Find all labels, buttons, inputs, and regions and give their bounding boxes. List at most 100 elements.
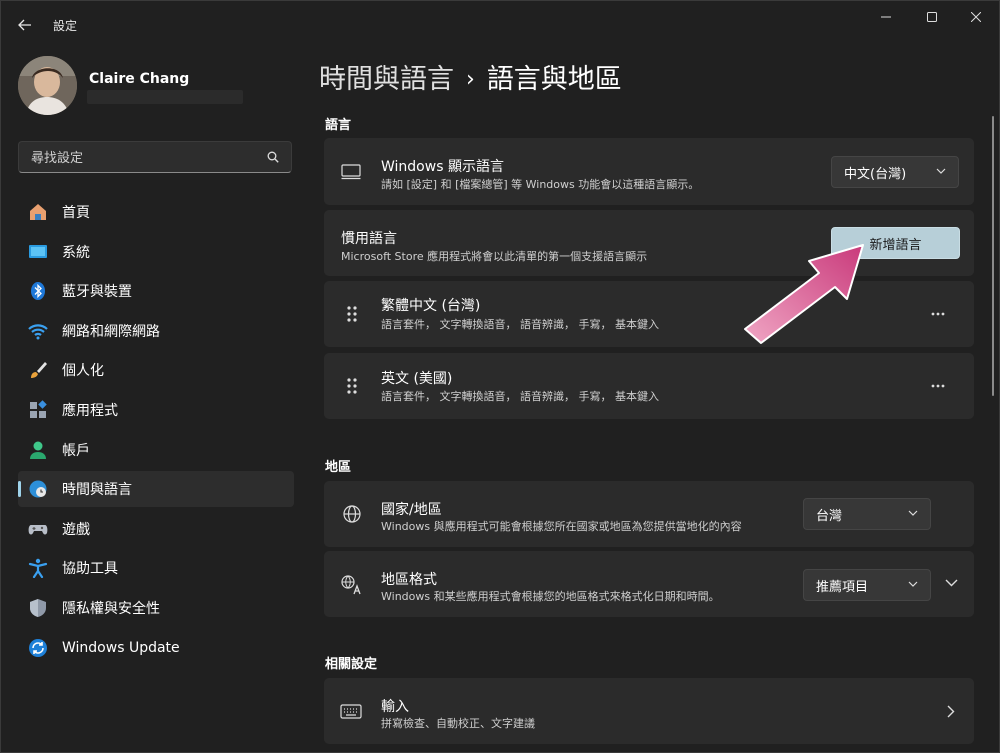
keyboard-icon <box>340 704 362 719</box>
regional-format-subtitle: Windows 和某些應用程式會根據您的地區格式來格式化日期和時間。 <box>381 590 720 603</box>
dropdown-value: 中文(台灣) <box>844 166 907 182</box>
dropdown-value: 台灣 <box>816 508 843 524</box>
more-icon <box>931 312 945 316</box>
sidebar-item-label: 首頁 <box>62 205 90 221</box>
profile-email-redacted <box>87 90 243 104</box>
preferred-languages-subtitle: Microsoft Store 應用程式將會以此清單的第一個支援語言顯示 <box>341 250 648 263</box>
country-region-subtitle: Windows 與應用程式可能會根據您所在國家或地區為您提供當地化的內容 <box>381 520 742 533</box>
country-region-card: 國家/地區 Windows 與應用程式可能會根據您所在國家或地區為您提供當地化的… <box>324 481 974 547</box>
sidebar-item-windows-update[interactable]: Windows Update <box>18 630 294 666</box>
close-icon <box>971 12 981 22</box>
accessibility-icon <box>28 558 48 579</box>
sidebar-item-gaming[interactable]: 遊戲 <box>18 511 294 547</box>
chevron-down-icon <box>908 581 918 587</box>
apps-icon <box>28 400 48 420</box>
language-row[interactable]: 繁體中文 (台灣) 語言套件， 文字轉換語音， 語音辨識， 手寫， 基本鍵入 <box>324 281 974 347</box>
add-language-button[interactable]: 新增語言 <box>831 227 960 259</box>
sidebar-item-home[interactable]: 首頁 <box>18 194 294 230</box>
country-region-title: 國家/地區 <box>381 502 442 518</box>
sidebar-item-privacy[interactable]: 隱私權與安全性 <box>18 590 294 626</box>
sidebar-item-apps[interactable]: 應用程式 <box>18 392 294 428</box>
country-region-dropdown[interactable]: 台灣 <box>803 498 931 530</box>
bluetooth-icon <box>28 281 48 301</box>
shield-icon <box>28 598 48 618</box>
sidebar-item-network[interactable]: 網路和網際網路 <box>18 313 294 349</box>
preferred-languages-title: 慣用語言 <box>341 231 397 247</box>
globe-clock-icon <box>28 479 48 499</box>
active-indicator <box>18 481 21 498</box>
avatar[interactable] <box>18 56 77 115</box>
sidebar-item-label: 遊戲 <box>62 521 90 538</box>
regional-format-title: 地區格式 <box>381 572 437 588</box>
sidebar-item-system[interactable]: 系統 <box>18 234 294 270</box>
input-subtitle: 拼寫檢查、自動校正、文字建議 <box>381 717 535 730</box>
sidebar-nav: 首頁 系統 藍牙與裝置 網路和網際網路 個人化 應用程式 帳戶 時間與語言 遊戲… <box>18 194 294 669</box>
maximize-icon <box>927 12 937 22</box>
search-icon[interactable] <box>267 151 279 163</box>
sidebar-item-label: 應用程式 <box>62 402 118 419</box>
settings-window: 設定 Claire Chang 首頁 <box>0 0 1000 753</box>
breadcrumb: 時間與語言 › 語言與地區 <box>319 57 622 96</box>
section-header-language: 語言 <box>325 118 352 133</box>
sidebar-item-label: 帳戶 <box>62 442 90 459</box>
profile-name: Claire Chang <box>89 71 190 87</box>
more-options-button[interactable] <box>924 374 952 398</box>
language-features: 語言套件， 文字轉換語音， 語音辨識， 手寫， 基本鍵入 <box>381 390 659 403</box>
scrollbar[interactable] <box>992 116 994 396</box>
section-header-region: 地區 <box>325 460 352 475</box>
close-button[interactable] <box>953 1 999 33</box>
sidebar-item-time-language[interactable]: 時間與語言 <box>18 471 294 508</box>
display-language-dropdown[interactable]: 中文(台灣) <box>831 156 959 188</box>
more-options-button[interactable] <box>924 302 952 326</box>
sidebar-item-accessibility[interactable]: 協助工具 <box>18 550 294 586</box>
sidebar-item-label: 協助工具 <box>62 561 118 578</box>
sidebar-item-label: 個人化 <box>62 363 104 380</box>
sidebar-item-label: 系統 <box>62 244 90 261</box>
sidebar-item-accounts[interactable]: 帳戶 <box>18 432 294 468</box>
language-name: 英文 (美國) <box>381 371 453 387</box>
monitor-icon <box>341 164 361 180</box>
avatar-photo-icon <box>18 56 77 115</box>
drag-handle-icon[interactable] <box>346 377 358 395</box>
breadcrumb-separator: › <box>466 67 475 92</box>
app-title: 設定 <box>53 19 78 33</box>
gamepad-icon <box>28 519 48 539</box>
back-arrow-icon <box>18 19 31 31</box>
display-language-title: Windows 顯示語言 <box>381 159 504 175</box>
language-name: 繁體中文 (台灣) <box>381 298 481 314</box>
expand-chevron-icon[interactable] <box>945 579 958 587</box>
search-input[interactable] <box>29 142 263 174</box>
display-language-card: Windows 顯示語言 請如 [設定] 和 [檔案總管] 等 Windows … <box>324 138 974 205</box>
dropdown-value: 推薦項目 <box>816 579 869 595</box>
more-icon <box>931 384 945 388</box>
regional-format-dropdown[interactable]: 推薦項目 <box>803 569 931 601</box>
regional-format-card: 地區格式 Windows 和某些應用程式會根據您的地區格式來格式化日期和時間。 … <box>324 551 974 617</box>
input-settings-row[interactable]: 輸入 拼寫檢查、自動校正、文字建議 <box>324 678 974 744</box>
breadcrumb-parent[interactable]: 時間與語言 <box>319 64 454 95</box>
language-format-icon <box>341 575 361 595</box>
back-button[interactable] <box>11 13 39 37</box>
home-icon <box>28 202 48 222</box>
maximize-button[interactable] <box>909 1 955 33</box>
update-icon <box>28 638 48 658</box>
display-language-subtitle: 請如 [設定] 和 [檔案總管] 等 Windows 功能會以這種語言顯示。 <box>381 178 700 191</box>
search-box <box>18 141 292 174</box>
brush-icon <box>28 360 48 380</box>
sidebar-item-label: 隱私權與安全性 <box>62 600 160 617</box>
sidebar-item-label: 網路和網際網路 <box>62 323 160 340</box>
account-icon <box>28 440 48 460</box>
language-row[interactable]: 英文 (美國) 語言套件， 文字轉換語音， 語音辨識， 手寫， 基本鍵入 <box>324 353 974 419</box>
sidebar-item-bluetooth[interactable]: 藍牙與裝置 <box>18 273 294 309</box>
chevron-down-icon <box>908 510 918 516</box>
sidebar-item-label: Windows Update <box>62 639 180 656</box>
drag-handle-icon[interactable] <box>346 305 358 323</box>
minimize-button[interactable] <box>863 1 909 33</box>
title-bar: 設定 <box>1 1 999 49</box>
minimize-icon <box>881 16 891 18</box>
section-header-related: 相關設定 <box>325 657 378 672</box>
sidebar-item-label: 時間與語言 <box>62 482 132 499</box>
chevron-right-icon <box>947 705 955 718</box>
sidebar-item-personalization[interactable]: 個人化 <box>18 352 294 388</box>
page-title: 語言與地區 <box>486 64 622 95</box>
input-title: 輸入 <box>381 699 409 715</box>
